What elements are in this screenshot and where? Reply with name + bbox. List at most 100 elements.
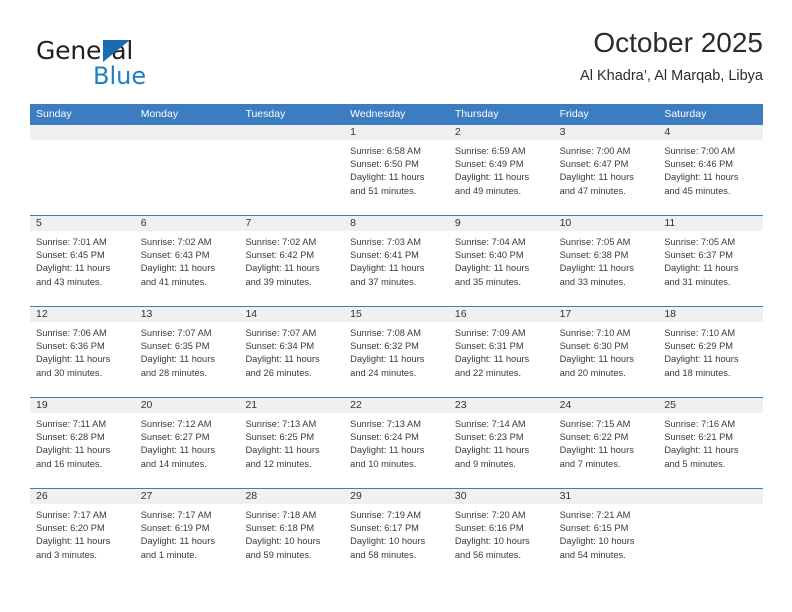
daylight-line-2: and 59 minutes. [245, 549, 312, 560]
daylight-line-2: and 43 minutes. [36, 276, 103, 287]
daylight-line-1: Daylight: 11 hours [140, 263, 215, 274]
sunset-line: Sunset: 6:16 PM [454, 523, 524, 534]
sunrise-line: Sunrise: 7:18 AM [245, 510, 317, 520]
day-number: 25 [664, 399, 676, 411]
sunrise-line: Sunrise: 7:09 AM [454, 328, 526, 338]
calendar-day-cell[interactable] [239, 125, 344, 215]
daylight-line-1: Daylight: 11 hours [140, 536, 215, 547]
calendar-day-cell[interactable]: 18 Sunrise: 7:10 AM Sunset: 6:29 PM Dayl… [658, 307, 763, 397]
sunrise-line: Sunrise: 7:00 AM [559, 146, 631, 156]
calendar-day-cell[interactable]: 26 Sunrise: 7:17 AM Sunset: 6:20 PM Dayl… [30, 489, 135, 579]
calendar-day-cell[interactable]: 19 Sunrise: 7:11 AM Sunset: 6:28 PM Dayl… [30, 398, 135, 488]
calendar-day-cell[interactable]: 14 Sunrise: 7:07 AM Sunset: 6:34 PM Dayl… [239, 307, 344, 397]
sunrise-line: Sunrise: 7:00 AM [664, 146, 736, 156]
sunrise-line: Sunrise: 7:05 AM [559, 237, 631, 247]
day-number: 16 [454, 308, 467, 320]
calendar-day-cell[interactable]: 21 Sunrise: 7:13 AM Sunset: 6:25 PM Dayl… [239, 398, 344, 488]
calendar-day-cell[interactable] [30, 125, 135, 215]
daylight-line-2: and 33 minutes. [559, 276, 626, 287]
calendar-day-cell[interactable]: 23 Sunrise: 7:14 AM Sunset: 6:23 PM Dayl… [449, 398, 554, 488]
day-number: 21 [245, 399, 258, 411]
calendar-day-cell[interactable]: 22 Sunrise: 7:13 AM Sunset: 6:24 PM Dayl… [344, 398, 449, 488]
sunrise-line: Sunrise: 7:06 AM [36, 328, 107, 338]
sunrise-line: Sunrise: 7:07 AM [140, 328, 212, 338]
daylight-line-2: and 24 minutes. [350, 367, 417, 378]
calendar-day-cell[interactable]: 29 Sunrise: 7:19 AM Sunset: 6:17 PM Dayl… [344, 489, 449, 579]
calendar-day-cell[interactable]: 8 Sunrise: 7:03 AM Sunset: 6:41 PM Dayli… [344, 216, 449, 306]
calendar-week-row: 12 Sunrise: 7:06 AM Sunset: 6:36 PM Dayl… [30, 306, 763, 397]
calendar-day-cell[interactable]: 9 Sunrise: 7:04 AM Sunset: 6:40 PM Dayli… [449, 216, 554, 306]
day-number: 3 [559, 126, 566, 138]
day-number: 5 [36, 217, 42, 229]
weekday-header-sunday: Sunday [36, 108, 72, 120]
sunrise-line: Sunrise: 7:01 AM [36, 237, 107, 247]
weekday-header-monday: Monday [140, 108, 179, 120]
daylight-line-2: and 47 minutes. [559, 185, 626, 196]
sunrise-line: Sunrise: 7:21 AM [559, 510, 631, 520]
sunset-line: Sunset: 6:20 PM [36, 523, 105, 534]
sunset-line: Sunset: 6:40 PM [454, 250, 524, 261]
calendar-day-cell[interactable]: 28 Sunrise: 7:18 AM Sunset: 6:18 PM Dayl… [239, 489, 344, 579]
sunrise-line: Sunrise: 7:03 AM [350, 237, 421, 247]
sunset-line: Sunset: 6:46 PM [664, 159, 734, 170]
daylight-line-2: and 12 minutes. [245, 458, 312, 469]
calendar-day-cell[interactable]: 13 Sunrise: 7:07 AM Sunset: 6:35 PM Dayl… [135, 307, 240, 397]
daylight-line-1: Daylight: 11 hours [350, 263, 425, 274]
page-header: General Blue October 2025 Al Khadra’, Al… [30, 26, 763, 96]
daylight-line-1: Daylight: 11 hours [245, 263, 320, 274]
daylight-line-1: Daylight: 11 hours [559, 354, 634, 365]
logo-triangle-icon [103, 40, 130, 62]
daylight-line-1: Daylight: 11 hours [664, 354, 739, 365]
calendar-day-cell[interactable]: 4 Sunrise: 7:00 AM Sunset: 6:46 PM Dayli… [658, 125, 763, 215]
calendar-day-cell[interactable]: 3 Sunrise: 7:00 AM Sunset: 6:47 PM Dayli… [554, 125, 659, 215]
calendar-week-row: 19 Sunrise: 7:11 AM Sunset: 6:28 PM Dayl… [30, 397, 763, 488]
generalblue-logo[interactable]: General Blue [30, 26, 270, 90]
daylight-line-2: and 30 minutes. [36, 367, 103, 378]
calendar-day-cell[interactable]: 11 Sunrise: 7:05 AM Sunset: 6:37 PM Dayl… [658, 216, 763, 306]
daylight-line-2: and 22 minutes. [454, 367, 522, 378]
calendar-day-cell[interactable]: 25 Sunrise: 7:16 AM Sunset: 6:21 PM Dayl… [658, 398, 763, 488]
sunset-line: Sunset: 6:29 PM [664, 341, 734, 352]
calendar-day-cell[interactable]: 1 Sunrise: 6:58 AM Sunset: 6:50 PM Dayli… [344, 125, 449, 215]
calendar-day-cell[interactable]: 17 Sunrise: 7:10 AM Sunset: 6:30 PM Dayl… [554, 307, 659, 397]
daylight-line-1: Daylight: 10 hours [454, 536, 530, 547]
day-number: 6 [140, 217, 147, 229]
sunset-line: Sunset: 6:38 PM [559, 250, 629, 261]
daylight-line-2: and 41 minutes. [140, 276, 207, 287]
sunset-line: Sunset: 6:47 PM [559, 159, 629, 170]
weekday-header-friday: Friday [559, 108, 589, 120]
calendar-day-cell[interactable]: 5 Sunrise: 7:01 AM Sunset: 6:45 PM Dayli… [30, 216, 135, 306]
calendar-day-cell[interactable] [658, 489, 763, 579]
calendar-day-cell[interactable]: 27 Sunrise: 7:17 AM Sunset: 6:19 PM Dayl… [135, 489, 240, 579]
calendar-day-cell[interactable]: 10 Sunrise: 7:05 AM Sunset: 6:38 PM Dayl… [554, 216, 659, 306]
sunrise-line: Sunrise: 7:08 AM [350, 328, 421, 338]
daylight-line-1: Daylight: 11 hours [140, 445, 215, 456]
calendar-day-cell[interactable]: 31 Sunrise: 7:21 AM Sunset: 6:15 PM Dayl… [554, 489, 659, 579]
sunrise-line: Sunrise: 7:11 AM [36, 419, 107, 429]
daylight-line-2: and 51 minutes. [350, 185, 417, 196]
weekday-header-thursday: Thursday [454, 108, 499, 120]
calendar-day-cell[interactable] [135, 125, 240, 215]
calendar-day-cell[interactable]: 12 Sunrise: 7:06 AM Sunset: 6:36 PM Dayl… [30, 307, 135, 397]
daylight-line-1: Daylight: 10 hours [559, 536, 635, 547]
calendar-day-cell[interactable]: 7 Sunrise: 7:02 AM Sunset: 6:42 PM Dayli… [239, 216, 344, 306]
daylight-line-1: Daylight: 11 hours [664, 172, 739, 183]
calendar-day-cell[interactable]: 16 Sunrise: 7:09 AM Sunset: 6:31 PM Dayl… [449, 307, 554, 397]
daylight-line-2: and 5 minutes. [664, 458, 726, 469]
calendar-day-cell[interactable]: 24 Sunrise: 7:15 AM Sunset: 6:22 PM Dayl… [554, 398, 659, 488]
calendar-day-cell[interactable]: 30 Sunrise: 7:20 AM Sunset: 6:16 PM Dayl… [449, 489, 554, 579]
daylight-line-1: Daylight: 11 hours [454, 263, 530, 274]
daylight-line-1: Daylight: 11 hours [36, 263, 111, 274]
calendar-day-cell[interactable]: 6 Sunrise: 7:02 AM Sunset: 6:43 PM Dayli… [135, 216, 240, 306]
calendar-day-cell[interactable]: 2 Sunrise: 6:59 AM Sunset: 6:49 PM Dayli… [449, 125, 554, 215]
sunset-line: Sunset: 6:41 PM [350, 250, 419, 261]
daylight-line-1: Daylight: 11 hours [350, 354, 425, 365]
page-subtitle: Al Khadra’, Al Marqab, Libya [580, 68, 763, 84]
weekday-header-saturday: Saturday [664, 108, 707, 120]
calendar-day-cell[interactable]: 15 Sunrise: 7:08 AM Sunset: 6:32 PM Dayl… [344, 307, 449, 397]
calendar-day-cell[interactable]: 20 Sunrise: 7:12 AM Sunset: 6:27 PM Dayl… [135, 398, 240, 488]
logo-text-blue: Blue [93, 62, 147, 90]
daylight-line-2: and 49 minutes. [454, 185, 522, 196]
sunset-line: Sunset: 6:45 PM [36, 250, 105, 261]
sunset-line: Sunset: 6:17 PM [350, 523, 419, 534]
